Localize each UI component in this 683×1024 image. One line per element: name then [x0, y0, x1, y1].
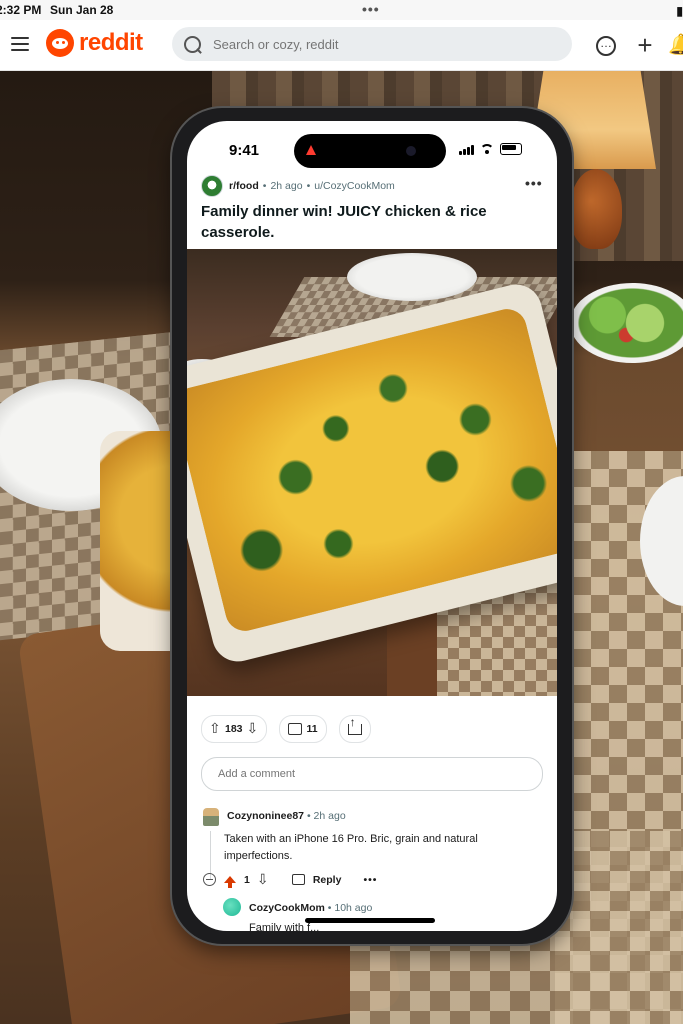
phone-clock: 9:41 [229, 142, 260, 159]
post-image[interactable] [187, 249, 557, 696]
reply-username[interactable]: CozyCookMom [249, 902, 325, 914]
wifi-icon [480, 144, 494, 154]
multitask-dots-icon[interactable]: ••• [362, 1, 380, 17]
thread-line[interactable] [210, 831, 211, 879]
signal-icon [459, 144, 474, 155]
search-input[interactable] [211, 35, 535, 53]
meta-separator: • [306, 810, 314, 822]
phone-status-bar: 9:41 [187, 121, 557, 171]
downvote-icon[interactable] [257, 871, 269, 888]
battery-icon: ▮ [676, 4, 683, 18]
reddit-wordmark: reddit [79, 29, 143, 56]
collapse-thread-icon[interactable] [203, 873, 216, 886]
more-options-icon[interactable]: ••• [525, 175, 543, 191]
downvote-icon[interactable] [247, 720, 259, 737]
ipad-clock: 2:32 PM [0, 3, 42, 17]
iphone-screen: 9:41 r/food • 2h ago • u/CozyCookMom •••… [187, 121, 557, 931]
add-comment-field[interactable] [201, 757, 543, 791]
lamp-base [570, 169, 622, 249]
menu-icon[interactable] [11, 37, 29, 51]
comment-header: Cozynoninee87 • 2h ago [227, 810, 346, 822]
reddit-logo[interactable]: reddit [46, 29, 143, 57]
commenter-avatar[interactable] [203, 808, 219, 826]
search-icon [184, 35, 201, 53]
share-button[interactable] [338, 715, 371, 743]
meta-separator: • [306, 180, 311, 192]
meta-separator: • [262, 180, 267, 192]
reply-body-cut: Family with f... [249, 922, 320, 931]
comment-icon [287, 723, 302, 735]
vote-pill: 183 [201, 715, 267, 743]
comments-button[interactable]: 11 [278, 715, 327, 743]
dynamic-island [294, 134, 446, 168]
post-action-bar: 183 11 [201, 715, 371, 743]
phone-status-icons [459, 143, 522, 155]
comment-count: 11 [306, 723, 318, 735]
post-meta: r/food • 2h ago • u/CozyCookMom [201, 175, 395, 197]
ipad-status-bar: 2:32 PM Sun Jan 28 ••• ▮ [0, 0, 683, 20]
comment-more-icon[interactable]: ••• [363, 874, 377, 886]
ipad-date: Sun Jan 28 [50, 3, 114, 17]
subreddit-avatar[interactable] [201, 175, 223, 197]
chat-icon[interactable] [596, 32, 616, 56]
reddit-header: reddit + 🔔 [0, 20, 683, 71]
search-bar[interactable] [172, 27, 572, 61]
notification-bell-icon[interactable]: 🔔 [668, 34, 683, 56]
battery-icon [500, 143, 522, 155]
add-comment-input[interactable] [216, 767, 530, 781]
reply-avatar[interactable] [223, 898, 241, 916]
comment-body: Taken with an iPhone 16 Pro. Bric, grain… [224, 833, 478, 862]
upvote-icon[interactable] [209, 720, 221, 737]
post-author[interactable]: u/CozyCookMom [314, 180, 395, 192]
reply-button[interactable]: Reply [313, 874, 342, 886]
share-icon [347, 715, 362, 735]
comment-age: 2h ago [313, 810, 346, 822]
subreddit-name[interactable]: r/food [229, 180, 259, 192]
camera-icon [406, 146, 416, 156]
comment-vote-count: 1 [244, 873, 250, 886]
comment-actions: 1 Reply ••• [203, 871, 377, 888]
home-indicator[interactable] [305, 918, 435, 923]
reply-header: CozyCookMom • 10h ago [249, 902, 372, 914]
post-title: Family dinner win! JUICY chicken & rice … [201, 203, 487, 241]
reply-icon[interactable] [291, 874, 305, 885]
create-post-icon[interactable]: + [634, 32, 656, 58]
snoo-icon [46, 29, 74, 57]
comment-username[interactable]: Cozynoninee87 [227, 810, 304, 822]
reply-age: 10h ago [334, 902, 373, 914]
plate [347, 253, 477, 301]
salad-bowl [570, 283, 683, 363]
recording-indicator-icon [306, 145, 316, 155]
post-age: 2h ago [270, 180, 303, 192]
upvote-icon[interactable] [224, 876, 236, 888]
vote-count: 183 [225, 723, 243, 735]
